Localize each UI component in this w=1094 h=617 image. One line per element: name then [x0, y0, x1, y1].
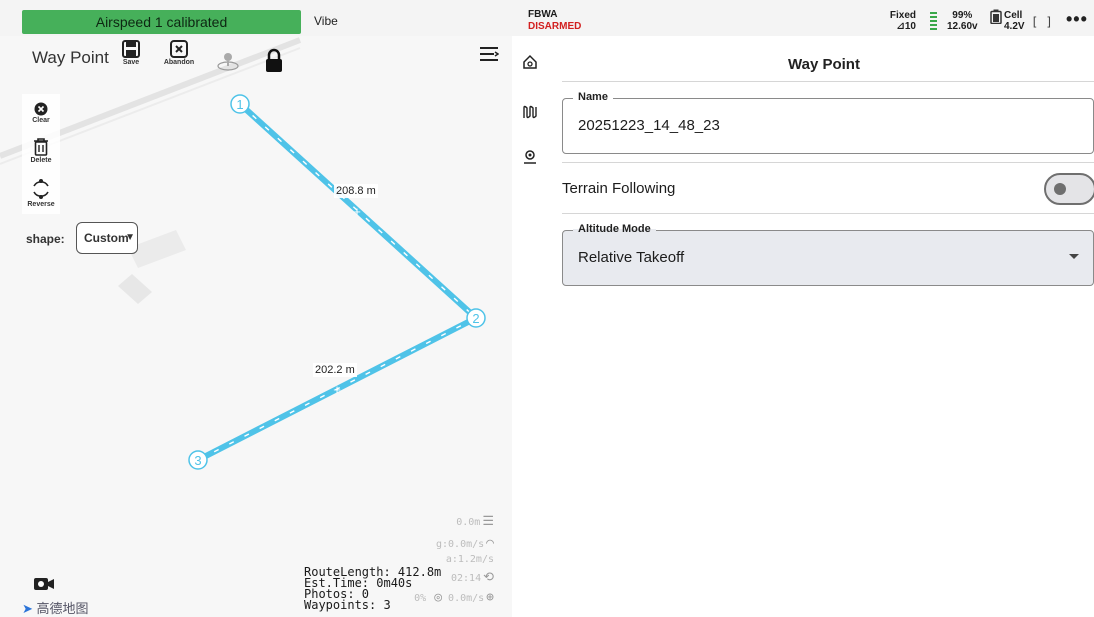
camera-icon[interactable] — [33, 576, 55, 592]
map-panel[interactable]: + + 1 2 3 208.8 m 202.2 m Way Point Save — [0, 36, 512, 617]
battery-voltage-text: 12.60v — [947, 21, 978, 32]
waypoint-marker[interactable]: 2 — [466, 308, 486, 328]
dropdown-arrow-icon — [1069, 254, 1079, 259]
reverse-button[interactable]: Reverse — [22, 178, 60, 208]
reverse-label: Reverse — [27, 201, 55, 208]
clear-label: Clear — [32, 117, 50, 124]
name-field-label: Name — [573, 91, 613, 103]
save-label: Save — [122, 59, 140, 66]
clear-button[interactable]: Clear — [22, 102, 60, 124]
building-shape — [118, 274, 152, 304]
climb-icon: ⊕ — [486, 590, 494, 605]
fullscreen-icon[interactable]: [ ] — [1031, 15, 1053, 29]
waypoints-count-text: Waypoints: 3 — [304, 598, 391, 612]
delete-label: Delete — [30, 157, 52, 164]
vibe-indicator[interactable]: Vibe — [314, 14, 338, 28]
air-speed-readout: a:1.2m/s — [446, 554, 494, 565]
map-logo-text: 高德地图 — [36, 601, 89, 616]
map-canvas[interactable]: + + 1 2 3 — [0, 36, 512, 617]
clock-value: 02:14 — [450, 573, 482, 584]
waypoint-list-icon[interactable] — [479, 45, 499, 63]
gps-sats-text: ⊿10 — [896, 21, 916, 32]
arm-state-text: DISARMED — [528, 21, 582, 32]
abandon-label: Abandon — [163, 59, 195, 66]
location-icon[interactable] — [522, 149, 538, 165]
divider — [562, 213, 1094, 214]
shape-label: shape: — [26, 232, 65, 246]
map-logo-icon: ➤ — [22, 601, 33, 616]
gps-indicator[interactable]: Fixed ⊿10 — [888, 10, 916, 32]
segment-distance-label: 208.8 m — [334, 184, 378, 198]
shape-value: Custom — [84, 231, 129, 245]
segment-distance-label: 202.2 m — [313, 363, 357, 377]
gps-fix-text: Fixed — [889, 10, 916, 21]
altitude-mode-label: Altitude Mode — [573, 223, 656, 235]
abandon-button[interactable]: Abandon — [160, 40, 198, 66]
altitude-mode-select[interactable]: Altitude Mode Relative Takeoff — [562, 223, 1094, 286]
status-bar: Airspeed 1 calibrated Vibe FBWA DISARMED… — [0, 0, 1094, 36]
cell-label: Cell — [1004, 10, 1023, 21]
save-icon — [122, 40, 140, 58]
altitude-icon: ☰ — [482, 514, 494, 529]
chevron-down-icon: ▼ — [125, 232, 135, 243]
waypoint-settings-panel: Way Point Name 20251223_14_48_23 Terrain… — [554, 36, 1094, 617]
speedometer-icon: ◠ — [486, 536, 494, 551]
divider — [562, 162, 1094, 163]
clear-icon — [34, 102, 48, 116]
altitude-readout: 0.0m ☰ — [456, 514, 494, 529]
waypoint-marker[interactable]: 3 — [188, 450, 208, 470]
cell-indicator[interactable]: Cell 4.2V — [1004, 10, 1025, 32]
terrain-following-label: Terrain Following — [562, 180, 676, 197]
waypoint-label: 2 — [472, 311, 479, 326]
ground-speed-readout: g:0.0m/s ◠ — [436, 536, 494, 551]
waypoint-label: 1 — [236, 97, 243, 112]
battery-cell-icon — [990, 9, 1002, 24]
route-stats: RouteLength: 412.8m Est.Time: 0m40s Phot… — [304, 566, 441, 612]
shape-select[interactable]: Custom ▼ — [76, 222, 138, 254]
waypoint-marker[interactable]: 1 — [230, 94, 250, 114]
battery-level-icon — [930, 12, 938, 32]
route-path — [195, 101, 479, 463]
trash-icon — [34, 138, 48, 156]
more-menu-icon[interactable]: ••• — [1066, 9, 1088, 30]
air-speed-value: a:1.2m/s — [445, 554, 494, 565]
altitude-value: 0.0m — [456, 517, 481, 528]
ground-speed-value: g:0.0m/s — [436, 539, 485, 550]
timer-icon: ⟲ — [483, 570, 494, 585]
clock-readout: 02:14 ⟲ — [451, 570, 494, 585]
delete-button[interactable]: Delete — [22, 138, 60, 164]
battery-percent-text: 99% — [952, 10, 973, 21]
location-pin-icon[interactable] — [216, 50, 240, 72]
lock-icon[interactable] — [264, 48, 284, 74]
map-provider-logo: ➤ 高德地图 — [22, 598, 89, 617]
altitude-mode-value: Relative Takeoff — [578, 249, 685, 266]
vertical-nav — [512, 36, 554, 617]
segment-midpoint-marker[interactable]: + — [353, 204, 361, 219]
flight-mode-text: FBWA — [528, 9, 558, 20]
climb-value: 0.0m/s — [448, 593, 485, 604]
waypoint-label: 3 — [194, 453, 201, 468]
waypoint-path-icon[interactable] — [522, 104, 538, 120]
side-toolbar: Clear Delete Reverse — [22, 94, 60, 214]
reverse-icon — [33, 179, 49, 199]
flight-mode-indicator[interactable]: FBWA DISARMED — [528, 9, 581, 33]
status-message-badge: Airspeed 1 calibrated — [22, 10, 301, 34]
toggle-knob — [1054, 183, 1066, 195]
battery-indicator[interactable]: 99% 12.60v — [947, 10, 978, 32]
cell-voltage-text: 4.2V — [1004, 21, 1025, 32]
name-field[interactable]: Name 20251223_14_48_23 — [562, 91, 1094, 154]
abandon-icon — [170, 40, 188, 58]
name-field-value: 20251223_14_48_23 — [578, 117, 720, 134]
panel-title: Way Point — [788, 56, 860, 73]
home-icon[interactable] — [522, 54, 538, 70]
divider — [562, 81, 1094, 82]
map-mode-title: Way Point — [32, 48, 109, 67]
save-button[interactable]: Save — [119, 40, 143, 66]
segment-midpoint-marker[interactable]: + — [333, 382, 341, 397]
terrain-following-toggle[interactable] — [1044, 173, 1094, 205]
